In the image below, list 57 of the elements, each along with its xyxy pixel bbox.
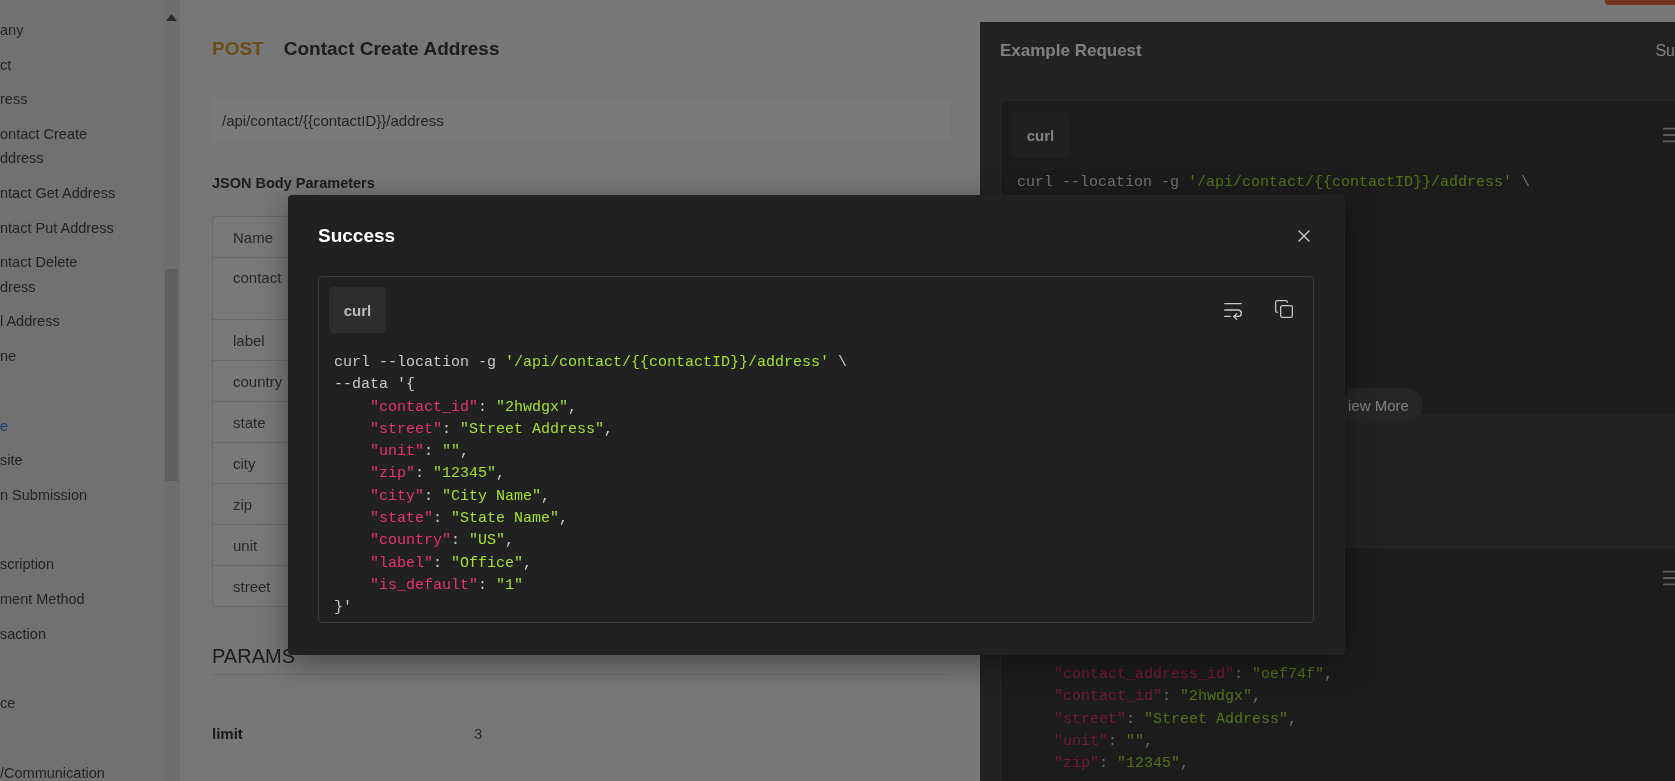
param-name: limit [212,725,244,742]
sidebar-item[interactable]: ress [0,82,162,117]
code-line: "zip": "12345", [369,464,507,485]
table-cell-text: zip [232,495,253,513]
dialog-title: Success [318,225,396,247]
panel-tab[interactable]: Su [1655,42,1675,60]
sidebar-item[interactable]: ne [0,338,162,374]
sidebar-item[interactable]: ct [0,47,162,83]
code-line: curl --location -g '/api/contact/{{contactID}}/address' \ [334,353,849,373]
sidebar-item[interactable]: ce [0,686,162,721]
code-line: "is_default": "1" [369,575,525,596]
code-line: "state": "State Name", [369,509,570,530]
table-cell-text: street [232,577,271,595]
sidebar-item[interactable]: saction [0,616,162,652]
code-line: "zip": "12345", [1053,754,1191,775]
table-cell-text: state [232,413,266,431]
code-line: --data '{ [334,375,416,396]
code-line: "country": "US", [369,531,516,552]
code-line: "unit": "", [369,442,471,463]
column-header: Name [232,228,273,246]
code-line: "label": "Office", [369,553,534,574]
sidebar-item[interactable]: e [0,408,162,444]
table-cell-text: contact [232,269,282,286]
copy-icon[interactable] [1274,299,1294,321]
sidebar-item[interactable]: ontact Create ddress [0,116,162,176]
sidebar-item[interactable]: scription [0,547,162,582]
code-line: curl --location -g '/api/contact/{{contactID}}/address' \ [1017,173,1532,193]
sidebar-item[interactable]: site [0,443,162,478]
code-line: "contact_id": "2hwdgx", [1053,687,1263,708]
sidebar-item[interactable]: /Communication [0,755,162,781]
sidebar-item[interactable]: ment Method [0,581,162,617]
sidebar-item[interactable]: n Submission [0,477,162,513]
table-cell-text: country [232,372,283,390]
endpoint-title: Contact Create Address [283,38,500,60]
http-method: POST [212,38,264,60]
code-line: "street": "Street Address", [369,419,615,440]
code-line: "street": "Street Address", [1053,709,1299,730]
code-line: "contact_address_id": "oef74f", [1053,665,1335,685]
sidebar-item[interactable]: ntact Delete dress [0,245,162,305]
table-cell-text: unit [232,536,258,554]
table-cell-text: label [232,331,265,349]
sidebar-item[interactable]: ntact Put Address [0,210,162,246]
language-tab[interactable]: curl [1012,112,1069,158]
sidebar-item[interactable]: any [0,13,162,48]
sidebar-item[interactable]: l Address [0,304,162,339]
view-more-button[interactable]: iew More [1342,388,1423,424]
code-line: }' [334,598,353,619]
code-line: "unit": "", [1053,731,1155,752]
language-tab[interactable]: curl [329,287,386,333]
param-value: 3 [474,725,483,742]
code-line: "city": "City Name", [369,486,552,507]
section-heading: JSON Body Parameters [212,175,376,191]
scroll-up-icon[interactable] [166,14,177,21]
code-line: "contact_id": "2hwdgx", [369,397,579,418]
sidebar-item[interactable]: ntact Get Address [0,175,162,211]
table-cell-text: city [232,454,256,472]
panel-title: Example Request [1000,41,1142,61]
